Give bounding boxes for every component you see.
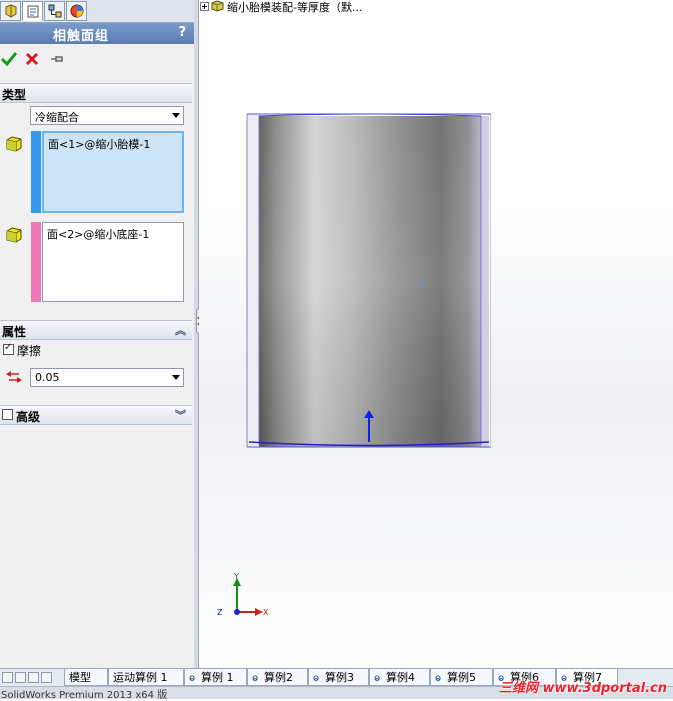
- tab-display-manager[interactable]: [66, 1, 87, 21]
- face-selection-icon: [5, 226, 23, 244]
- coordinate-triad: Y X Z: [217, 572, 269, 617]
- contact-type-value: 冷缩配合: [35, 111, 79, 124]
- advanced-checkbox[interactable]: [2, 409, 13, 420]
- first-tab-button[interactable]: [2, 672, 13, 683]
- properties-group-header[interactable]: 属性 ︽: [0, 320, 192, 340]
- page-title: 相触面组: [53, 29, 110, 44]
- triad-y-label: Y: [233, 572, 239, 581]
- status-text: SolidWorks Premium 2013 x64 版: [1, 690, 168, 701]
- tab-feature-manager[interactable]: [0, 1, 21, 21]
- watermark-logo: 三维网 www.3dportal.cn: [498, 681, 667, 696]
- list-item[interactable]: 面<2>@缩小底座-1: [47, 226, 149, 242]
- selection-1-color-bar: [31, 131, 41, 213]
- contact-type-select[interactable]: 冷缩配合: [30, 106, 184, 125]
- property-manager-title-bar: 相触面组 ?: [0, 23, 194, 44]
- friction-value-field[interactable]: 0.05: [30, 368, 184, 387]
- configuration-icon: [48, 4, 61, 18]
- tab-study-2[interactable]: ⱺ 算例2: [247, 669, 308, 686]
- friction-checkbox[interactable]: [3, 342, 14, 355]
- study-icon: ⱺ: [313, 673, 320, 684]
- action-buttons: [0, 48, 194, 72]
- tab-study-3[interactable]: ⱺ 算例3: [308, 669, 369, 686]
- tab-study-1[interactable]: ⱺ 算例 1: [184, 669, 247, 686]
- chevron-up-icon[interactable]: ︽: [175, 322, 186, 338]
- triad-z-label: Z: [217, 608, 223, 617]
- next-tab-button[interactable]: [28, 672, 39, 683]
- cancel-button[interactable]: [23, 50, 41, 68]
- type-group-header[interactable]: 类型: [0, 83, 192, 103]
- close-icon: [25, 52, 39, 66]
- property-manager-panel: 相触面组 ? 类型 冷缩配合 面<1>@缩小胎模-1 面<2>@缩小底座-1 属…: [0, 0, 195, 668]
- faces-set-1-list[interactable]: 面<1>@缩小胎模-1: [42, 131, 184, 213]
- study-icon: ⱺ: [435, 673, 442, 684]
- appearance-icon: [70, 4, 83, 18]
- ok-button[interactable]: [0, 50, 18, 68]
- last-tab-button[interactable]: [41, 672, 52, 683]
- manager-tabs: [0, 0, 194, 23]
- property-manager-icon: [27, 5, 38, 18]
- friction-value: 0.05: [35, 371, 60, 384]
- tab-motion-study-1[interactable]: 运动算例 1: [108, 669, 184, 686]
- graphics-viewport[interactable]: 缩小胎模装配-等厚度（默... Y X Z: [199, 0, 673, 668]
- type-group-title: 类型: [2, 88, 27, 102]
- tab-property-manager[interactable]: [22, 1, 43, 21]
- chevron-down-icon: [172, 113, 180, 118]
- tree-root-label[interactable]: 缩小胎模装配-等厚度（默...: [227, 0, 362, 15]
- assembly-icon: [211, 0, 224, 12]
- checkmark-icon: [0, 52, 18, 67]
- selection-2-color-bar: [31, 222, 41, 302]
- face-selection-icon: [5, 135, 23, 153]
- tab-study-5[interactable]: ⱺ 算例5: [430, 669, 493, 686]
- pin-button[interactable]: [48, 50, 66, 68]
- pushpin-icon: [51, 56, 63, 62]
- prev-tab-button[interactable]: [15, 672, 26, 683]
- friction-coefficient-icon: [5, 370, 23, 384]
- chevron-down-double-icon[interactable]: ︾: [175, 407, 186, 423]
- study-icon: ⱺ: [252, 673, 259, 684]
- tab-model[interactable]: 模型: [64, 669, 108, 686]
- properties-group-title: 属性: [2, 325, 27, 339]
- faces-set-2-list[interactable]: 面<2>@缩小底座-1: [42, 222, 184, 302]
- advanced-group-header[interactable]: 高级 ︾: [0, 405, 192, 425]
- chevron-down-icon: [172, 375, 180, 380]
- advanced-group-title: 高级: [16, 410, 41, 424]
- help-button[interactable]: ?: [178, 25, 186, 40]
- feature-tree-icon: [5, 4, 16, 18]
- cylinder-model[interactable]: [245, 112, 491, 449]
- triad-x-label: X: [263, 608, 269, 617]
- study-icon: ⱺ: [189, 673, 196, 684]
- tab-configuration-manager[interactable]: [44, 1, 65, 21]
- study-icon: ⱺ: [374, 673, 381, 684]
- tab-study-4[interactable]: ⱺ 算例4: [369, 669, 430, 686]
- friction-label: 摩擦: [17, 344, 42, 358]
- expand-icon[interactable]: [200, 2, 209, 11]
- list-item[interactable]: 面<1>@缩小胎模-1: [48, 136, 150, 152]
